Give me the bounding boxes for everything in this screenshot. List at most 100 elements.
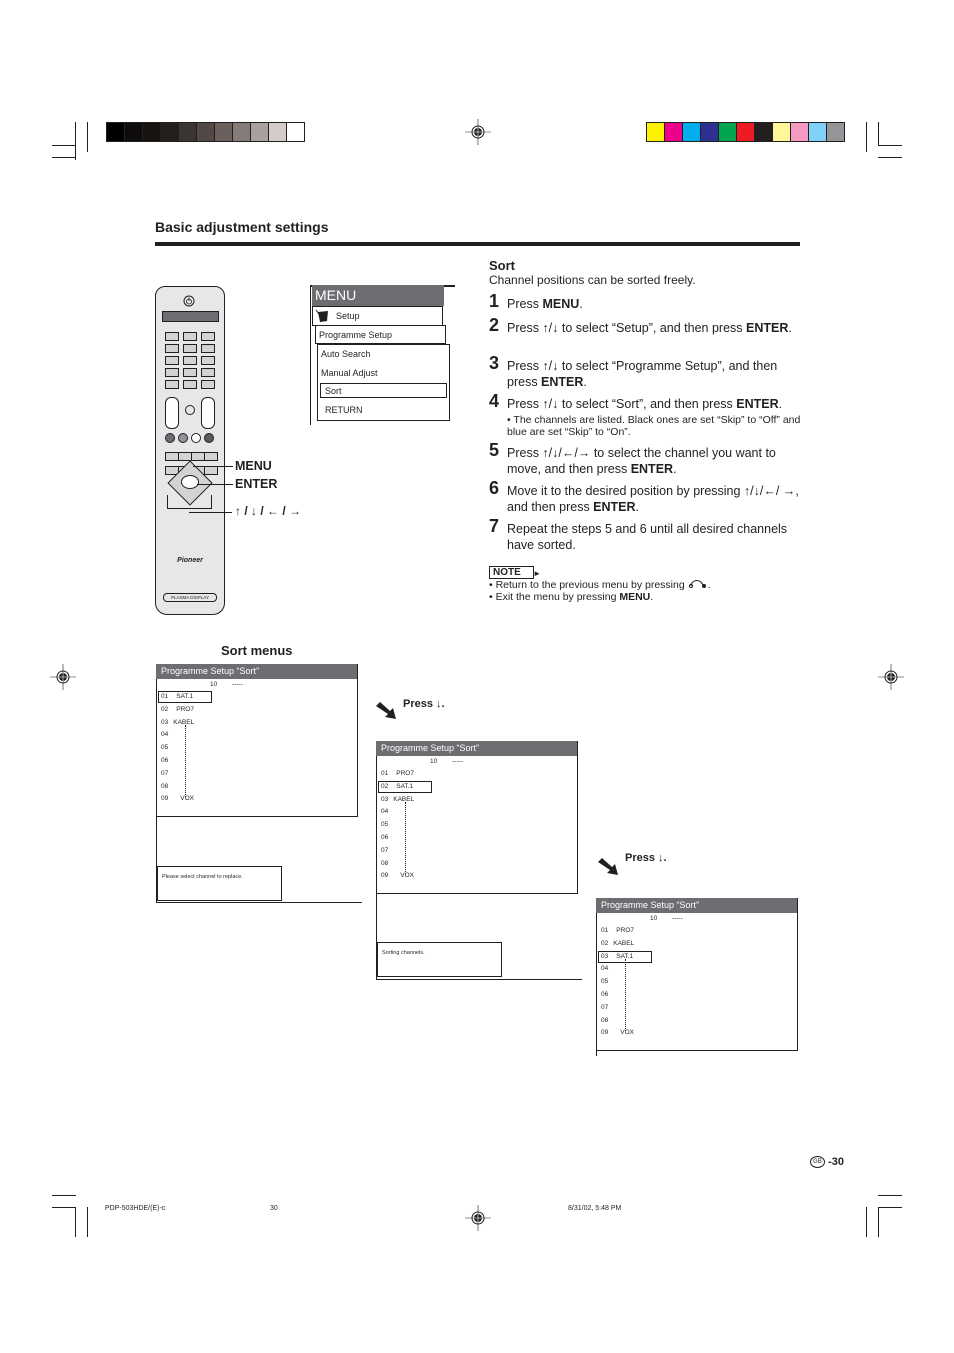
sort-screen-title: Programme Setup “Sort” (596, 898, 798, 913)
channel-number: 05 (161, 744, 169, 752)
color-swatch (665, 123, 683, 141)
channel-row[interactable]: 03 KABEL (161, 719, 194, 726)
channel-row[interactable]: 06 (381, 834, 396, 841)
remote-key (165, 380, 179, 389)
channel-row[interactable]: 06 (601, 991, 616, 998)
channel-number: 04 (601, 965, 609, 973)
menu-item-manual-adjust[interactable]: Manual Adjust (321, 368, 378, 378)
remote-key (183, 380, 197, 389)
color-swatch (701, 123, 719, 141)
menu-item-setup[interactable]: Setup (336, 311, 360, 321)
channel-number: 03 (601, 952, 609, 960)
header-number: 10 (430, 758, 438, 765)
channel-number: 02 (381, 782, 389, 790)
step-3: 3 Press ↑/↓ to select “Programme Setup”, … (489, 354, 802, 390)
remote-key (201, 368, 215, 377)
grayscale-swatch (107, 123, 125, 141)
step-text: Repeat the steps 5 and 6 until all desir… (507, 522, 788, 552)
channel-row[interactable]: 04 (381, 808, 396, 815)
status-message-box: Sorting channels. (377, 942, 502, 977)
remote-key (183, 356, 197, 365)
step-text: Press MENU. (507, 297, 583, 311)
channel-row[interactable]: 01 PRO7 (601, 927, 634, 934)
channel-row[interactable]: 08 (161, 783, 176, 790)
channel-row[interactable]: 03 SAT.1 (601, 953, 633, 960)
channel-row[interactable]: 05 (601, 978, 616, 985)
channel-number: 01 (601, 927, 609, 934)
channel-row[interactable]: 04 (161, 731, 176, 738)
skipped-channels-dotted-line (405, 802, 406, 875)
remote-key (201, 332, 215, 341)
channel-number: 04 (381, 808, 389, 816)
color-swatch (647, 123, 665, 141)
menu-item-sort[interactable]: Sort (325, 386, 342, 396)
channel-row[interactable]: 05 (381, 821, 396, 828)
channel-number: 02 (601, 939, 609, 947)
menu-level2-box: Programme Setup (315, 325, 446, 344)
step-number: 4 (489, 391, 500, 411)
channel-row[interactable]: 08 (381, 860, 396, 867)
step-number: 1 (489, 291, 500, 311)
diagonal-arrow-icon (598, 858, 618, 875)
step-5: 5 Press ↑/↓/←/→ to select the channel you… (489, 440, 802, 477)
channel-row[interactable]: 05 (161, 744, 176, 751)
menu-callout-line (193, 466, 233, 467)
grayscale-swatch (143, 123, 161, 141)
channel-row[interactable]: 07 (161, 770, 176, 777)
skipped-channels-dotted-line (185, 725, 186, 798)
channel-name: KABEL (613, 939, 635, 947)
region-badge: GB (810, 1156, 825, 1169)
step-number: 6 (489, 478, 500, 498)
color-swatch (755, 123, 773, 141)
step-number: 2 (489, 315, 500, 335)
channel-row[interactable]: 02 SAT.1 (381, 783, 413, 790)
channel-row[interactable]: 08 (601, 1017, 616, 1024)
menu-diagram: MENU Setup Programme Setup Auto Search M… (310, 285, 455, 425)
channel-row[interactable]: 09 VOX (161, 795, 194, 802)
section-rule (155, 242, 800, 246)
channel-number: 09 (381, 872, 389, 880)
channel-number: 05 (601, 978, 609, 986)
remote-key (201, 344, 215, 353)
channel-row[interactable]: 09 VOX (381, 872, 414, 879)
channel-name: SAT.1 (396, 782, 414, 790)
remote-key (204, 466, 218, 475)
status-message-box: Please select channel to replace. (157, 866, 282, 901)
channel-row[interactable]: 02 KABEL (601, 940, 634, 947)
channel-row[interactable]: 07 (601, 1004, 616, 1011)
menu-item-auto-search[interactable]: Auto Search (321, 349, 371, 359)
sort-screen-1: Programme Setup “Sort” 10 ----- 01 SAT.1 02 PR… (156, 664, 362, 903)
step-text: Press ↑/↓ to select “Programme Setup”, a… (507, 359, 778, 389)
channel-name: VOX (180, 795, 194, 803)
channel-row[interactable]: 01 SAT.1 (161, 693, 193, 700)
channel-row[interactable]: 04 (601, 965, 616, 972)
channel-row[interactable]: 01 PRO7 (381, 770, 414, 777)
screen-footer-area: Sorting channels. (376, 894, 582, 980)
header-number: 10 (210, 681, 218, 688)
menu-item-return[interactable]: RETURN (325, 405, 363, 415)
channel-row[interactable]: 03 KABEL (381, 796, 414, 803)
remote-key (165, 344, 179, 353)
grayscale-swatch (161, 123, 179, 141)
channel-row[interactable]: 09 VOX (601, 1029, 634, 1036)
channel-row[interactable]: 07 (381, 847, 396, 854)
remote-key (204, 452, 218, 461)
step4-bullet: • The channels are listed. Black ones ar… (507, 414, 801, 438)
volume-rocker (201, 397, 215, 429)
channel-row[interactable]: 06 (161, 757, 176, 764)
menu-level3-box: Auto Search Manual Adjust Sort RETURN (317, 344, 450, 421)
step-6: 6 Move it to the desired position by pres… (489, 478, 802, 515)
setup-icon (315, 309, 328, 322)
channel-row[interactable]: 02 PRO7 (161, 706, 194, 713)
channel-number: 01 (161, 693, 169, 700)
menu-level1-box: Setup (312, 306, 443, 326)
grayscale-swatch (179, 123, 197, 141)
channel-number: 04 (161, 731, 169, 739)
channel-name: PRO7 (396, 770, 414, 777)
menu-item-programme-setup[interactable]: Programme Setup (319, 330, 392, 340)
step-4: 4 Press ↑/↓ to select “Sort”, and then pr… (489, 391, 802, 412)
color-swatch (827, 123, 844, 141)
step-number: 5 (489, 440, 500, 460)
channel-number: 08 (381, 859, 389, 867)
sort-menus-heading: Sort menus (221, 643, 293, 658)
